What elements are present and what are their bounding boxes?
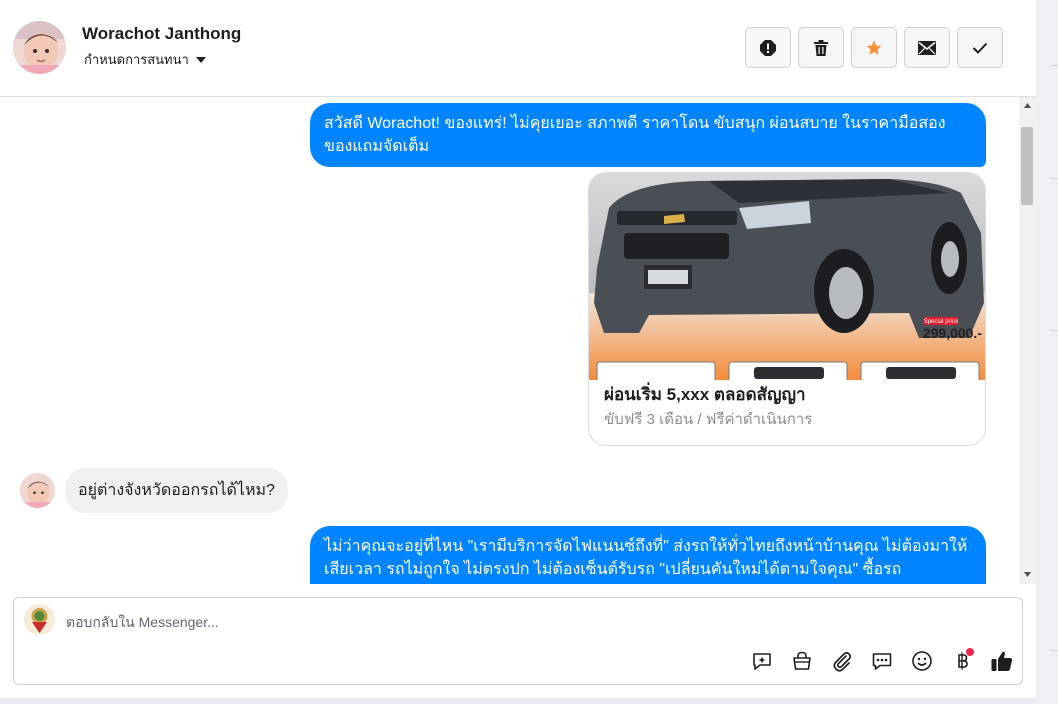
contact-avatar-small[interactable] bbox=[20, 473, 55, 508]
sparkle-chat-icon bbox=[753, 653, 771, 670]
contact-name: Worachot Janthong bbox=[82, 24, 242, 43]
conversation-header: Worachot Janthong กำหนดการสนทนา bbox=[0, 0, 1036, 97]
star-button[interactable] bbox=[851, 27, 897, 68]
assign-label: กำหนดการสนทนา bbox=[84, 53, 189, 68]
caret-down-icon bbox=[195, 56, 206, 63]
message-thread[interactable]: สวัสดี Worachot! ของแทร่! ไม่คุยเยอะ สภา… bbox=[0, 97, 1036, 584]
outgoing-message: สวัสดี Worachot! ของแทร่! ไม่คุยเยอะ สภา… bbox=[310, 103, 986, 167]
paperclip-icon bbox=[833, 651, 852, 672]
thread-scrollbar[interactable] bbox=[1019, 97, 1036, 584]
window-edge bbox=[1036, 0, 1058, 704]
envelope-icon bbox=[918, 40, 936, 55]
shop-button[interactable] bbox=[789, 649, 815, 673]
quick-replies-button[interactable] bbox=[869, 649, 895, 673]
header-actions bbox=[745, 27, 1003, 68]
conversation-panel: Worachot Janthong กำหนดการสนทนา สวัสดี W… bbox=[0, 0, 1036, 698]
like-button[interactable] bbox=[989, 649, 1015, 673]
mark-spam-button[interactable] bbox=[745, 27, 791, 68]
incoming-message: อยู่ต่างจังหวัดออกรถได้ไหม? bbox=[65, 468, 288, 513]
alert-circle-icon bbox=[760, 39, 776, 56]
reply-input[interactable] bbox=[66, 611, 666, 633]
contact-avatar[interactable] bbox=[13, 21, 66, 74]
promo-card-title: ผ่อนเริ่ม 5,xxx ตลอดสัญญา bbox=[604, 385, 806, 404]
emoji-icon bbox=[912, 651, 932, 671]
delete-button[interactable] bbox=[798, 27, 844, 68]
checkmark-icon bbox=[972, 42, 988, 54]
promo-card[interactable]: Special price 299,000.- ผ่อนเริ่ม 5,xxx … bbox=[588, 172, 986, 446]
reply-composer bbox=[13, 597, 1023, 685]
scroll-up-arrow-icon[interactable] bbox=[1019, 99, 1036, 111]
chat-bubble-icon bbox=[872, 653, 892, 670]
assign-conversation-dropdown[interactable]: กำหนดการสนทนา bbox=[84, 49, 206, 70]
image-price: 299,000.- bbox=[923, 325, 982, 341]
mark-unread-button[interactable] bbox=[904, 27, 950, 68]
payment-button[interactable] bbox=[949, 648, 975, 673]
scrollbar-thumb[interactable] bbox=[1021, 127, 1033, 205]
page-avatar bbox=[24, 604, 55, 635]
mark-done-button[interactable] bbox=[957, 27, 1003, 68]
shopping-bag-icon bbox=[793, 651, 811, 670]
star-icon bbox=[866, 40, 882, 55]
attach-button[interactable] bbox=[829, 649, 855, 673]
composer-toolbar bbox=[749, 648, 1015, 673]
trash-icon bbox=[814, 39, 828, 56]
notification-dot bbox=[966, 648, 974, 656]
outgoing-message: ไม่ว่าคุณจะอยู่ที่ไหน "เรามีบริการจัดไฟแ… bbox=[310, 526, 986, 584]
scroll-down-arrow-icon[interactable] bbox=[1019, 568, 1036, 580]
saved-replies-button[interactable] bbox=[749, 649, 775, 673]
promo-card-subtitle: ขับฟรี 3 เดือน / ฟรีค่าดำเนินการ bbox=[604, 411, 813, 428]
thumbs-up-icon bbox=[991, 651, 1013, 671]
emoji-button[interactable] bbox=[909, 649, 935, 673]
promo-car-image[interactable]: Special price 299,000.- bbox=[589, 173, 985, 380]
